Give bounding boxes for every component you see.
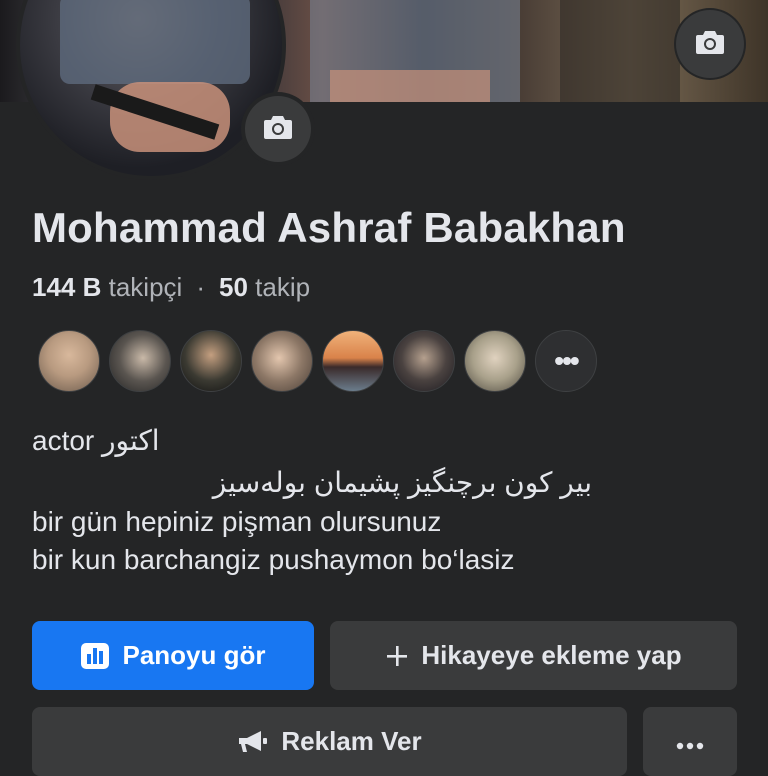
camera-icon [263,114,293,145]
profile-avatar[interactable] [16,0,286,180]
following-count: 50 [219,272,248,302]
bio-line-4: bir kun barchangiz pushaymon bo‘lasiz [32,544,515,575]
ellipsis-icon: ••• [554,345,579,376]
friend-avatar[interactable] [251,330,313,392]
camera-icon [695,29,725,60]
friend-avatar[interactable] [38,330,100,392]
plus-icon [385,644,409,668]
avatar-camera-button[interactable] [245,96,311,162]
cover-camera-button[interactable] [676,10,744,78]
friend-avatar[interactable] [180,330,242,392]
followers-label: takipçi [108,272,183,302]
ellipsis-icon [676,726,704,757]
following-link[interactable]: 50 takip [219,272,310,302]
advertise-label: Reklam Ver [281,726,422,756]
friend-avatar[interactable] [109,330,171,392]
dashboard-button[interactable]: Panoyu gör [32,621,314,690]
friend-avatar[interactable] [393,330,455,392]
friend-avatar[interactable] [322,330,384,392]
advertise-button[interactable]: Reklam Ver [32,707,627,776]
add-story-button[interactable]: Hikayeye ekleme yap [330,621,737,690]
followers-count: 144 B [32,272,102,302]
profile-stats: 144 B takipçi · 50 takip [32,272,310,303]
bio-line-3: bir gün hepiniz pişman olursunuz [32,506,442,537]
more-friends-button[interactable]: ••• [535,330,597,392]
add-story-label: Hikayeye ekleme yap [421,640,682,670]
megaphone-icon [237,729,269,755]
followers-link[interactable]: 144 B takipçi [32,272,182,302]
bio-line-2: بیر کون برچنگیز پشیمان بوله‌سیز [212,467,592,498]
bar-chart-icon [80,642,110,670]
friend-avatar[interactable] [464,330,526,392]
following-label: takip [255,272,311,302]
more-options-button[interactable] [643,707,737,776]
profile-name: Mohammad Ashraf Babakhan [32,204,626,251]
stats-separator: · [196,272,205,302]
dashboard-label: Panoyu gör [122,640,266,670]
bio-line-1: actor اکتور [32,425,160,456]
